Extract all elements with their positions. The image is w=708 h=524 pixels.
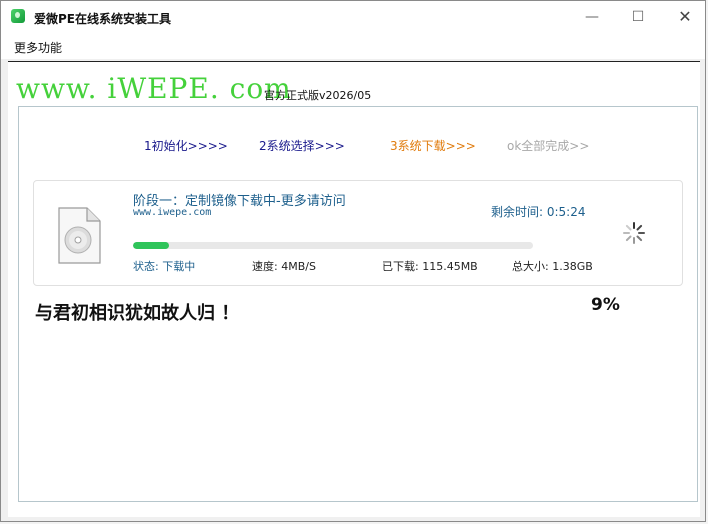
install-panel: 1初始化>>>> 2系统选择>>> 3系统下载>>> ok全部完成>> 阶段一：… xyxy=(18,106,698,502)
download-card: 阶段一：定制镜像下载中-更多请访问 www.iwepe.com 剩余时间: 0:… xyxy=(33,180,683,286)
step-complete: ok全部完成>> xyxy=(507,139,590,153)
total-size: 总大小: 1.38GB xyxy=(512,260,593,273)
disc-file-icon xyxy=(58,207,101,264)
close-button[interactable]: ✕ xyxy=(674,7,696,27)
step-system-select: 2系统选择>>> xyxy=(259,139,345,153)
app-logo-icon xyxy=(11,9,25,23)
progress-percent: 9% xyxy=(591,295,620,315)
menu-bar: 更多功能 xyxy=(1,33,705,59)
remaining-time: 剩余时间: 0:5:24 xyxy=(491,205,586,219)
step-system-download: 3系统下载>>> xyxy=(390,139,476,153)
downloaded-size: 已下载: 115.45MB xyxy=(382,260,478,273)
maximize-button[interactable]: ☐ xyxy=(627,7,649,27)
step-init: 1初始化>>>> xyxy=(144,139,228,153)
stage-url: www.iwepe.com xyxy=(133,207,212,218)
version-label: 官方正式版v2026/05 xyxy=(264,89,372,102)
site-logo-text: www. iWEPE. com xyxy=(16,72,292,105)
slogan-text: 与君初相识犹如故人归 ！ xyxy=(35,303,240,324)
download-status: 状态: 下载中 xyxy=(133,260,196,273)
download-speed: 速度: 4MB/S xyxy=(252,260,316,273)
download-progress-bar xyxy=(133,242,533,249)
installer-window: 爱微PE在线系统安装工具 — ☐ ✕ 更多功能 www. iWEPE. com … xyxy=(0,0,706,522)
menu-more-functions[interactable]: 更多功能 xyxy=(14,39,62,56)
title-bar[interactable]: 爱微PE在线系统安装工具 — ☐ ✕ xyxy=(1,1,705,33)
window-title: 爱微PE在线系统安装工具 xyxy=(34,12,171,26)
loading-spinner-icon xyxy=(623,222,645,244)
main-content: www. iWEPE. com 官方正式版v2026/05 1初始化>>>> 2… xyxy=(8,61,700,517)
progress-fill xyxy=(133,242,169,249)
minimize-button[interactable]: — xyxy=(581,7,603,27)
